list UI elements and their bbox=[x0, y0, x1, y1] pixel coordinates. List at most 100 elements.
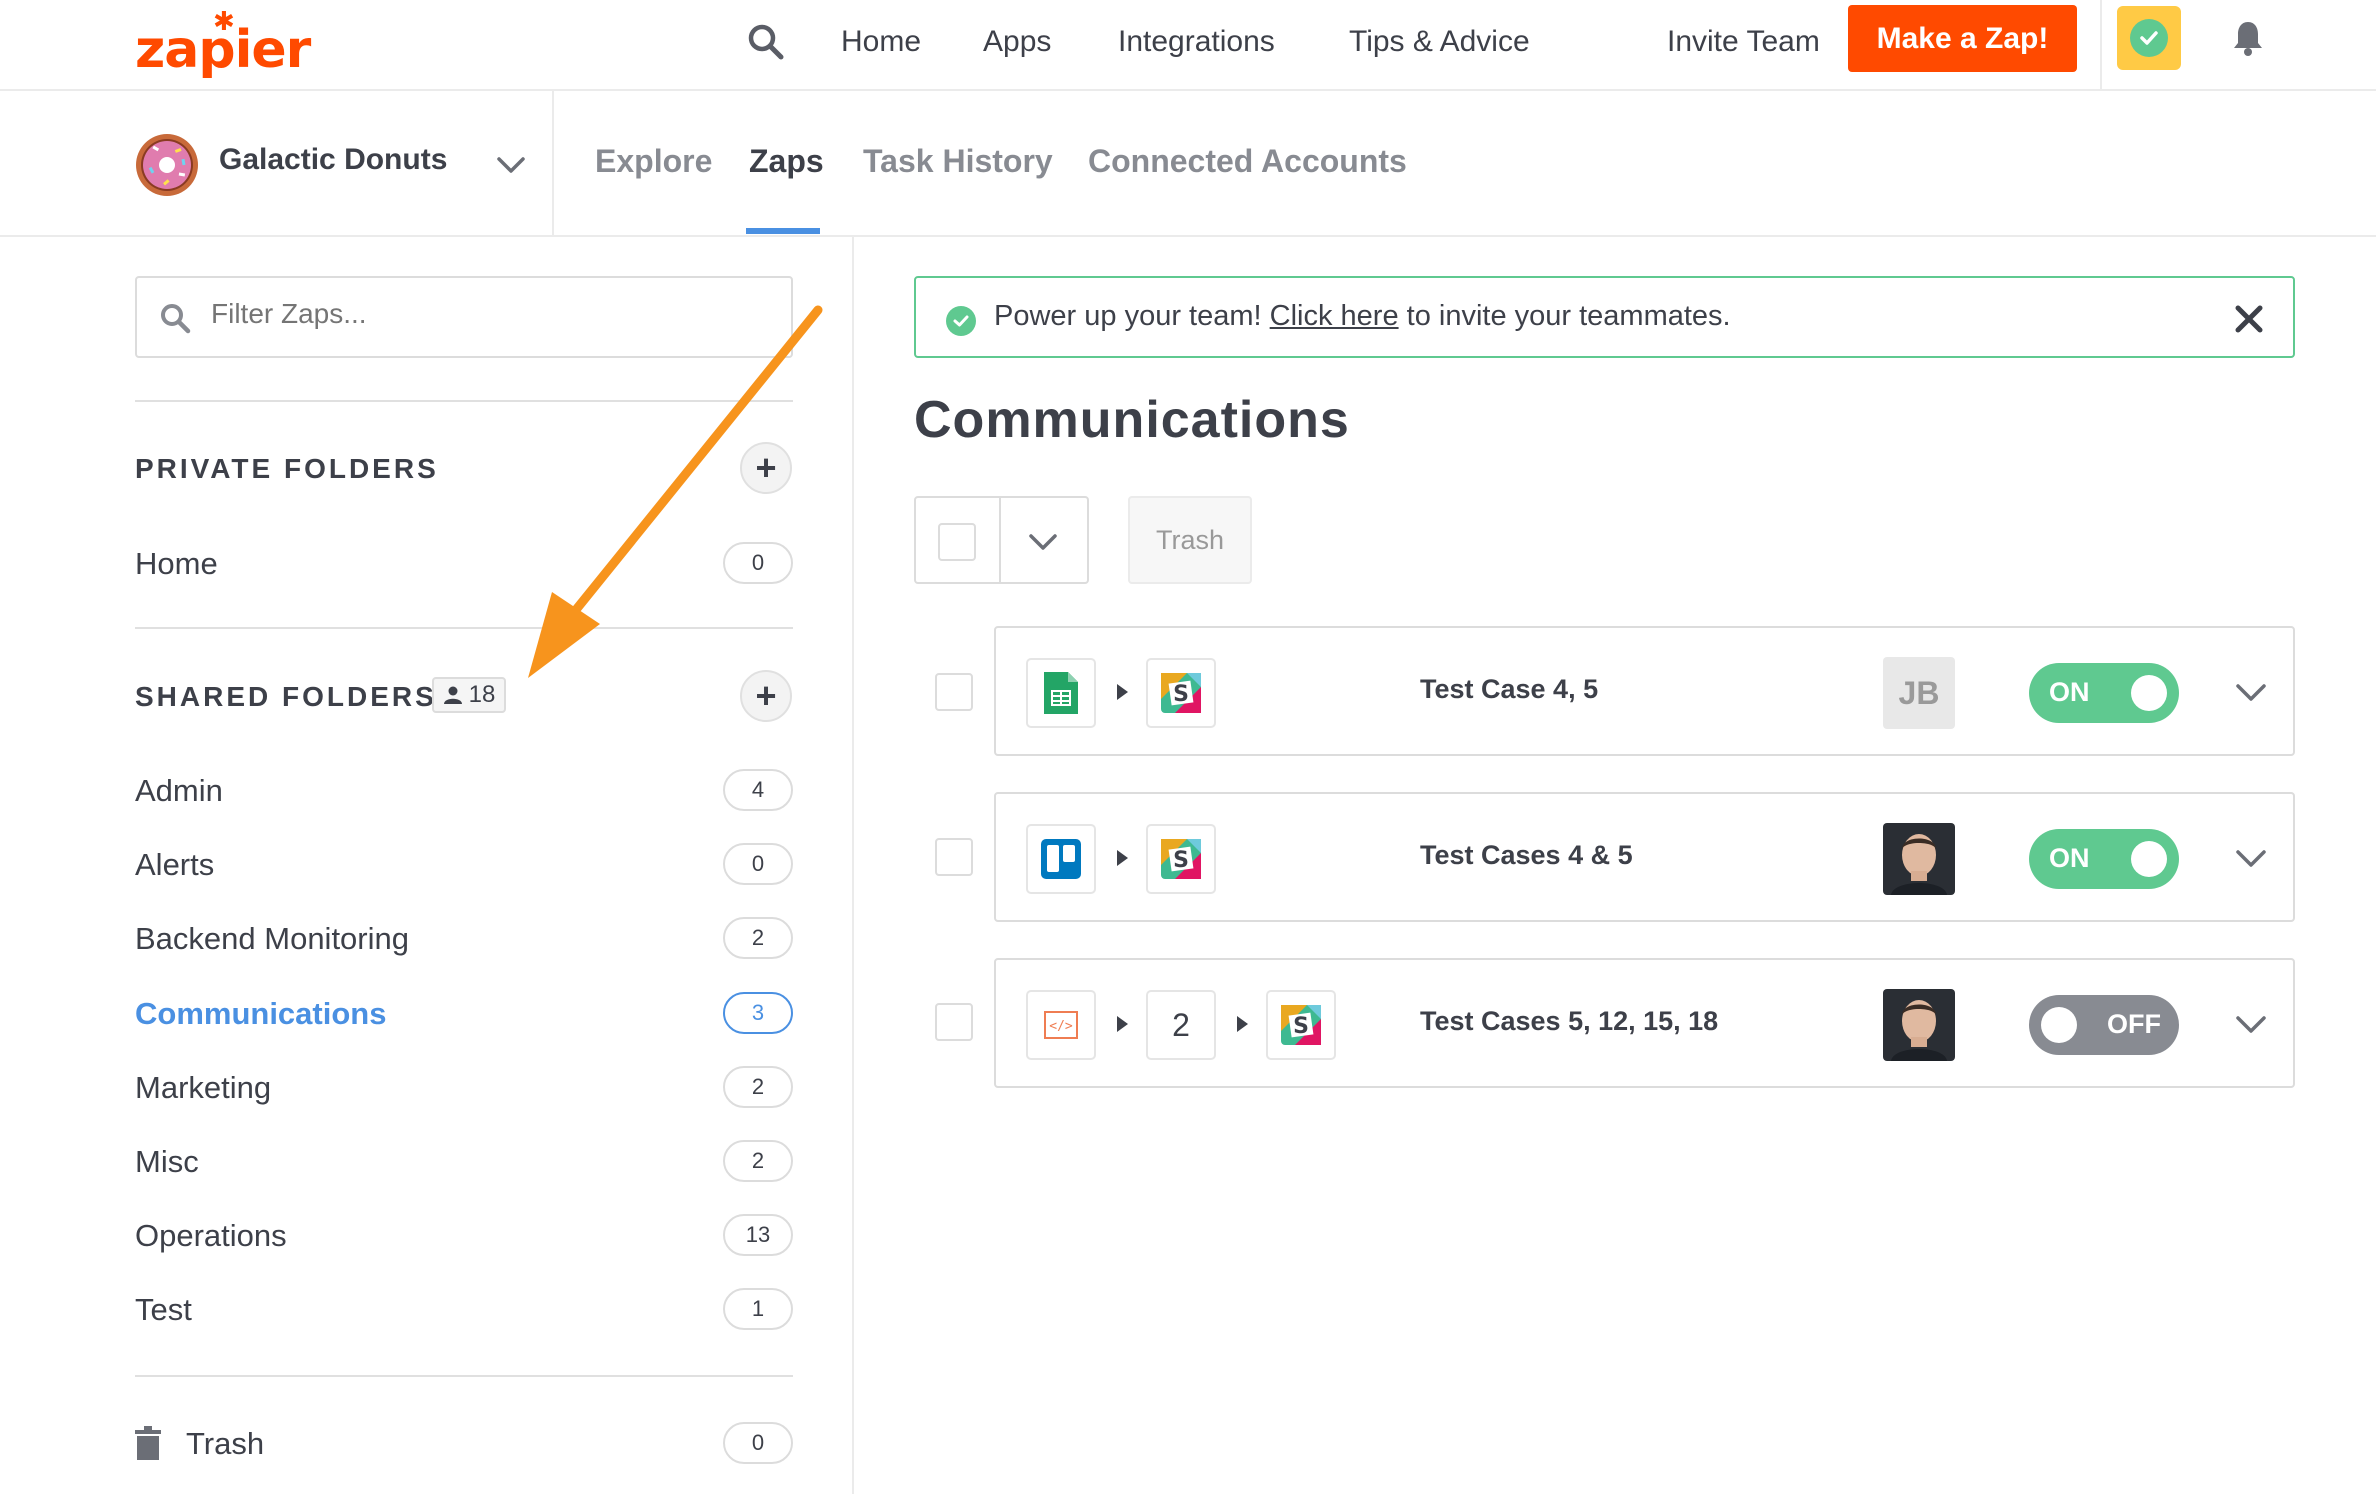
zapier-logo[interactable]: zapier ✱ bbox=[135, 6, 311, 80]
nav-link-home[interactable]: Home bbox=[841, 22, 921, 62]
slack-icon: S bbox=[1146, 658, 1216, 728]
folder-label: Home bbox=[135, 546, 218, 581]
folder-trash[interactable]: Trash 0 bbox=[135, 1420, 793, 1468]
folder-label: Operations bbox=[135, 1218, 287, 1253]
account-status-button[interactable] bbox=[2117, 6, 2181, 70]
step-arrow-icon bbox=[1117, 850, 1128, 866]
toggle-knob bbox=[2131, 675, 2167, 711]
chevron-down-icon[interactable] bbox=[2233, 674, 2269, 710]
nav-link-invite-team[interactable]: Invite Team bbox=[1667, 22, 1820, 62]
sidebar-divider-3 bbox=[135, 1375, 793, 1377]
zap-row[interactable]: </> 2 S Test Cases 5, 12, 15, 18 OFF bbox=[994, 958, 2295, 1088]
nav-divider bbox=[2100, 0, 2102, 91]
owner-avatar bbox=[1883, 823, 1955, 895]
tab-connected-accounts[interactable]: Connected Accounts bbox=[1088, 143, 1407, 180]
sidebar-divider-1 bbox=[135, 400, 793, 402]
step-count: 2 bbox=[1172, 1006, 1190, 1043]
folder-home[interactable]: Home 0 bbox=[135, 540, 793, 588]
folder-label: Trash bbox=[186, 1426, 265, 1461]
folder-count: 0 bbox=[723, 1422, 793, 1464]
filter-zaps-input[interactable] bbox=[211, 298, 751, 330]
folder-misc[interactable]: Misc 2 bbox=[135, 1138, 793, 1186]
chevron-down-icon[interactable] bbox=[493, 147, 529, 183]
folder-operations[interactable]: Operations 13 bbox=[135, 1212, 793, 1260]
make-a-zap-button[interactable]: Make a Zap! bbox=[1848, 5, 2077, 72]
bell-icon[interactable] bbox=[2228, 18, 2268, 58]
zap-row[interactable]: S Test Cases 4 & 5 ON bbox=[994, 792, 2295, 922]
zap-on-toggle[interactable]: ON bbox=[2029, 829, 2179, 889]
toggle-label: ON bbox=[2049, 677, 2090, 707]
folder-marketing[interactable]: Marketing 2 bbox=[135, 1064, 793, 1112]
folder-label: Admin bbox=[135, 773, 223, 808]
zap-on-toggle[interactable]: ON bbox=[2029, 663, 2179, 723]
shared-members-badge[interactable]: 18 bbox=[432, 677, 506, 713]
top-nav: zapier ✱ Home Apps Integrations Tips & A… bbox=[0, 0, 2376, 91]
chevron-down-icon[interactable] bbox=[2233, 840, 2269, 876]
toggle-knob bbox=[2041, 1007, 2077, 1043]
account-switcher[interactable]: Galactic Donuts bbox=[135, 129, 550, 199]
folder-label: Alerts bbox=[135, 847, 215, 882]
logo-asterisk-icon: ✱ bbox=[213, 6, 235, 36]
check-circle-icon bbox=[946, 306, 976, 336]
zap-name[interactable]: Test Cases 5, 12, 15, 18 bbox=[1420, 1006, 1718, 1037]
svg-text:S: S bbox=[1173, 682, 1189, 707]
page-title: Communications bbox=[914, 391, 1350, 449]
svg-text:S: S bbox=[1293, 1014, 1309, 1039]
user-icon bbox=[443, 686, 462, 704]
close-icon[interactable] bbox=[2233, 303, 2265, 335]
folder-label: Misc bbox=[135, 1144, 199, 1179]
annotation-arrow bbox=[528, 305, 823, 678]
invite-link[interactable]: Click here bbox=[1270, 300, 1399, 332]
sidebar-divider bbox=[852, 237, 854, 1494]
trash-button[interactable]: Trash bbox=[1128, 496, 1252, 584]
code-icon: </> bbox=[1026, 990, 1096, 1060]
tab-task-history[interactable]: Task History bbox=[863, 143, 1053, 180]
shared-members-count: 18 bbox=[468, 681, 496, 708]
toggle-label: ON bbox=[2049, 843, 2090, 873]
banner-text-lead: Power up your team! bbox=[994, 300, 1262, 332]
step-arrow-icon bbox=[1117, 1016, 1128, 1032]
filter-zaps-field[interactable] bbox=[135, 276, 793, 358]
private-folders-heading: PRIVATE FOLDERS bbox=[135, 453, 439, 484]
folder-label: Marketing bbox=[135, 1070, 272, 1105]
tab-zaps[interactable]: Zaps bbox=[749, 143, 824, 180]
select-all-checkbox[interactable] bbox=[938, 523, 976, 561]
zap-row-checkbox[interactable] bbox=[935, 1003, 973, 1041]
add-shared-folder-button[interactable]: + bbox=[740, 670, 792, 722]
step-arrow-icon bbox=[1237, 1016, 1248, 1032]
folder-admin[interactable]: Admin 4 bbox=[135, 767, 793, 815]
slack-icon: S bbox=[1266, 990, 1336, 1060]
zap-row-checkbox[interactable] bbox=[935, 838, 973, 876]
folder-count: 2 bbox=[723, 1066, 793, 1108]
invite-banner: Power up your team! Click here to invite… bbox=[914, 276, 2295, 358]
trello-icon bbox=[1026, 824, 1096, 894]
slack-icon: S bbox=[1146, 824, 1216, 894]
zap-row[interactable]: S Test Case 4, 5 JB ON bbox=[994, 626, 2295, 756]
tab-explore[interactable]: Explore bbox=[595, 143, 712, 180]
nav-link-tips-advice[interactable]: Tips & Advice bbox=[1349, 22, 1530, 62]
folder-label: Communications bbox=[135, 996, 387, 1031]
chevron-down-icon[interactable] bbox=[2233, 1006, 2269, 1042]
zap-name[interactable]: Test Case 4, 5 bbox=[1420, 674, 1598, 705]
folder-test[interactable]: Test 1 bbox=[135, 1286, 793, 1334]
banner-message: Power up your team! Click here to invite… bbox=[994, 300, 1731, 333]
nav-link-apps[interactable]: Apps bbox=[983, 22, 1051, 62]
folder-label: Backend Monitoring bbox=[135, 921, 409, 956]
zap-off-toggle[interactable]: OFF bbox=[2029, 995, 2179, 1055]
bulk-divider bbox=[999, 498, 1001, 582]
folder-count: 1 bbox=[723, 1288, 793, 1330]
folder-alerts[interactable]: Alerts 0 bbox=[135, 841, 793, 889]
folder-count: 4 bbox=[723, 769, 793, 811]
folder-backend-monitoring[interactable]: Backend Monitoring 2 bbox=[135, 915, 793, 963]
zap-name[interactable]: Test Cases 4 & 5 bbox=[1420, 840, 1633, 871]
shared-folders-heading: SHARED FOLDERS bbox=[135, 681, 437, 712]
check-icon bbox=[2130, 19, 2168, 57]
chevron-down-icon[interactable] bbox=[1026, 525, 1060, 559]
nav-link-integrations[interactable]: Integrations bbox=[1118, 22, 1275, 62]
zap-row-checkbox[interactable] bbox=[935, 673, 973, 711]
bulk-select-control bbox=[914, 496, 1089, 584]
folder-communications[interactable]: Communications 3 bbox=[135, 990, 793, 1038]
add-private-folder-button[interactable]: + bbox=[740, 442, 792, 494]
sub-nav: Galactic Donuts Explore Zaps Task Histor… bbox=[0, 91, 2376, 237]
search-icon[interactable] bbox=[746, 22, 786, 62]
